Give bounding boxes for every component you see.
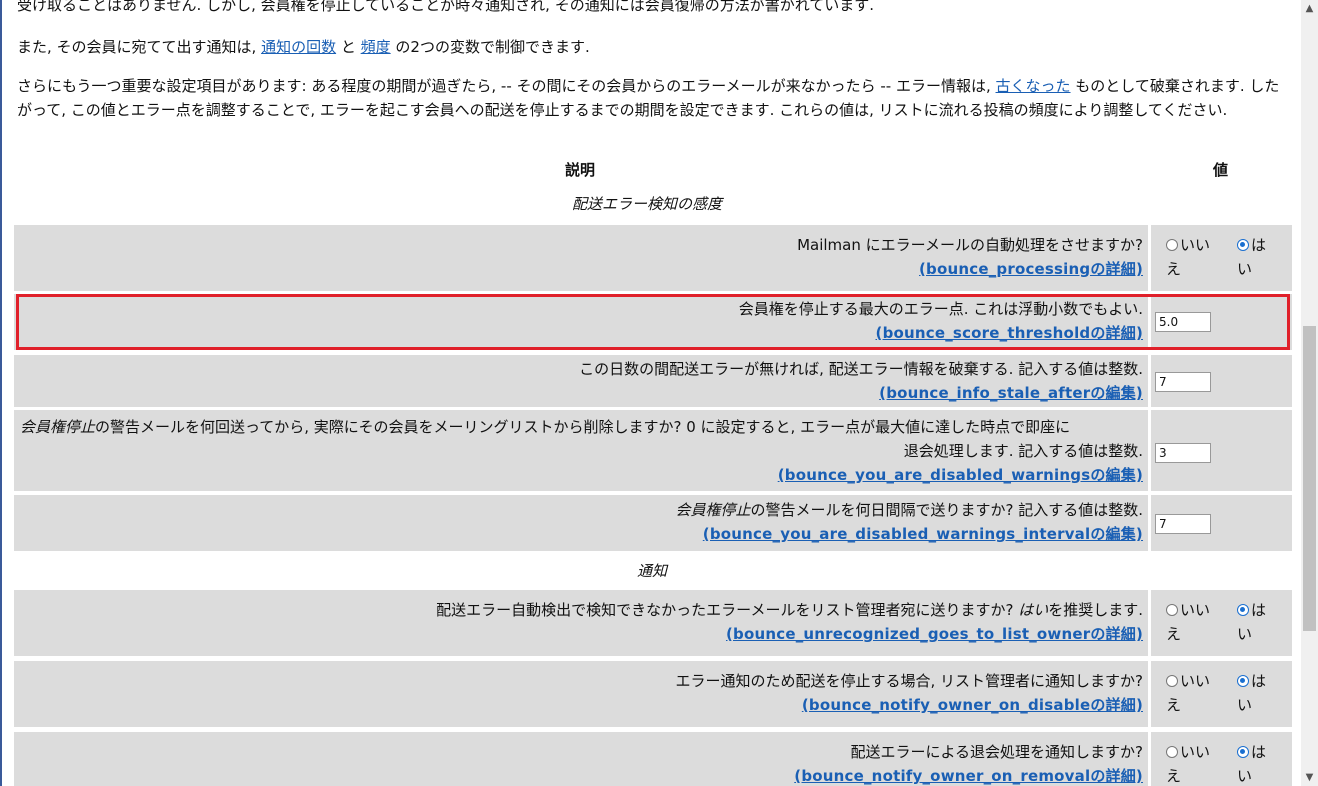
value-cell: いいえ はい <box>1151 661 1292 727</box>
radio-button-selected-icon[interactable] <box>1237 746 1249 758</box>
row-description: 配送エラーによる退会処理を通知しますか? <box>850 743 1143 761</box>
row-description: 会員権停止の警告メールを何日間隔で送りますか? 記入する値は整数. <box>14 498 1143 522</box>
radio-no[interactable]: いいえ <box>1166 598 1210 646</box>
radio-label: い <box>1237 260 1253 278</box>
row-description: 会員権停止の警告メールを何回送ってから, 実際にその会員をメーリングリストから削… <box>14 415 1143 439</box>
category-bounce-sensitivity: 配送エラー検知の感度 <box>572 195 723 213</box>
radio-label: い <box>1237 767 1253 785</box>
row-description-text: 配送エラー自動検出で検知できなかったエラーメールをリスト管理者宛に送りますか? <box>436 601 1019 619</box>
bounce-notify-owner-on-disable-link[interactable]: (bounce_notify_owner_on_disableの詳細) <box>802 696 1143 714</box>
radio-button-icon[interactable] <box>1166 239 1178 251</box>
row-description-cont: 退会処理します. 記入する値は整数. <box>903 442 1143 460</box>
radio-no[interactable]: いいえ <box>1166 669 1210 717</box>
bounce-info-stale-after-link[interactable]: (bounce_info_stale_afterの編集) <box>879 384 1143 402</box>
radio-no[interactable]: いいえ <box>1166 233 1210 281</box>
value-cell: 3 <box>1151 410 1292 491</box>
radio-label: は <box>1251 601 1267 619</box>
radio-button-selected-icon[interactable] <box>1237 239 1249 251</box>
emphasis-text: 会員権停止 <box>20 418 96 436</box>
radio-label: え <box>1166 696 1182 714</box>
radio-button-icon[interactable] <box>1166 604 1178 616</box>
intro-paragraph-1: また, その会員に宛てて出す通知は, 通知の回数 と 頻度 の2つの変数で制御で… <box>17 35 1292 59</box>
bounce-notify-owner-on-removal-link[interactable]: (bounce_notify_owner_on_removalの詳細) <box>794 767 1143 785</box>
bounce-you-are-disabled-warnings-input[interactable]: 3 <box>1155 443 1211 463</box>
column-header-value: 値 <box>1213 161 1229 179</box>
emphasis-text: 会員権停止 <box>675 501 751 519</box>
intro-text: の2つの変数で制御できます. <box>390 38 590 56</box>
bounce-unrecognized-goes-to-list-owner-link[interactable]: (bounce_unrecognized_goes_to_list_ownerの… <box>726 625 1143 643</box>
category-notifications: 通知 <box>637 562 668 580</box>
radio-button-selected-icon[interactable] <box>1237 604 1249 616</box>
emphasis-text: はい <box>1018 601 1049 619</box>
scroll-up-arrow-icon[interactable]: ▲ <box>1301 0 1318 17</box>
value-cell: 7 <box>1151 355 1292 407</box>
highlight-box <box>16 294 1290 350</box>
frequency-link[interactable]: 頻度 <box>361 38 391 56</box>
row-description: エラー通知のため配送を停止する場合, リスト管理者に通知しますか? <box>675 672 1143 690</box>
vertical-scrollbar[interactable]: ▲ ▼ <box>1301 0 1318 786</box>
intro-paragraph-2: さらにもう一つ重要な設定項目があります: ある程度の期間が過ぎたら, -- その… <box>17 74 1292 122</box>
radio-yes[interactable]: はい <box>1237 233 1266 281</box>
bounce-processing-link[interactable]: (bounce_processingの詳細) <box>919 260 1143 278</box>
table-row: 配送エラー自動検出で検知できなかったエラーメールをリスト管理者宛に送りますか? … <box>14 590 1148 656</box>
bounce-info-stale-after-input[interactable]: 7 <box>1155 372 1211 392</box>
radio-label: え <box>1166 767 1182 785</box>
radio-yes[interactable]: はい <box>1237 669 1266 717</box>
scroll-down-arrow-icon[interactable]: ▼ <box>1301 769 1318 786</box>
row-description-text: の警告メールを何回送ってから, 実際にその会員をメーリングリストから削除しますか… <box>95 418 1071 436</box>
value-cell: いいえ はい <box>1151 225 1292 291</box>
radio-label: い <box>1237 696 1253 714</box>
intro-text: さらにもう一つ重要な設定項目があります: ある程度の期間が過ぎたら, -- その… <box>17 77 996 95</box>
row-description: この日数の間配送エラーが無ければ, 配送エラー情報を破棄する. 記入する値は整数… <box>579 360 1143 378</box>
row-description: Mailman にエラーメールの自動処理をさせますか? <box>797 236 1143 254</box>
row-description: 配送エラー自動検出で検知できなかったエラーメールをリスト管理者宛に送りますか? … <box>14 598 1143 622</box>
table-row: この日数の間配送エラーが無ければ, 配送エラー情報を破棄する. 記入する値は整数… <box>14 355 1148 407</box>
radio-button-icon[interactable] <box>1166 675 1178 687</box>
radio-button-icon[interactable] <box>1166 746 1178 758</box>
radio-label: いい <box>1180 672 1211 690</box>
page-content: 受け取ることはありません. しかし, 会員権を停止していることが時々通知され, … <box>0 0 1301 786</box>
table-row: 配送エラーによる退会処理を通知しますか? (bounce_notify_owne… <box>14 732 1148 786</box>
table-row: 会員権停止の警告メールを何回送ってから, 実際にその会員をメーリングリストから削… <box>14 410 1148 491</box>
intro-text: また, その会員に宛てて出す通知は, <box>17 38 262 56</box>
bounce-you-are-disabled-warnings-link[interactable]: (bounce_you_are_disabled_warningsの編集) <box>778 466 1143 484</box>
row-description-text: の警告メールを何日間隔で送りますか? 記入する値は整数. <box>750 501 1143 519</box>
value-cell: いいえ はい <box>1151 590 1292 656</box>
intro-text: 受け取ることはありません. しかし, 会員権を停止していることが時々通知され, … <box>17 0 875 14</box>
radio-yes[interactable]: はい <box>1237 598 1266 646</box>
radio-label: え <box>1166 260 1182 278</box>
radio-label: い <box>1237 625 1253 643</box>
bounce-you-are-disabled-warnings-interval-input[interactable]: 7 <box>1155 514 1211 534</box>
radio-no[interactable]: いいえ <box>1166 740 1210 786</box>
value-cell: 7 <box>1151 495 1292 551</box>
table-row: エラー通知のため配送を停止する場合, リスト管理者に通知しますか? (bounc… <box>14 661 1148 727</box>
table-row: Mailman にエラーメールの自動処理をさせますか? (bounce_proc… <box>14 225 1148 291</box>
radio-label: え <box>1166 625 1182 643</box>
radio-label: いい <box>1180 743 1211 761</box>
value-cell: いいえ はい <box>1151 732 1292 786</box>
column-header-description: 説明 <box>565 161 596 179</box>
radio-label: いい <box>1180 236 1211 254</box>
stale-link[interactable]: 古くなった <box>996 77 1071 95</box>
intro-paragraph-0: 受け取ることはありません. しかし, 会員権を停止していることが時々通知され, … <box>17 0 1292 17</box>
radio-yes[interactable]: はい <box>1237 740 1266 786</box>
radio-label: は <box>1251 672 1267 690</box>
radio-button-selected-icon[interactable] <box>1237 675 1249 687</box>
row-description-text: を推奨します. <box>1048 601 1143 619</box>
scrollbar-thumb[interactable] <box>1303 326 1316 631</box>
radio-label: いい <box>1180 601 1211 619</box>
table-row: 会員権停止の警告メールを何日間隔で送りますか? 記入する値は整数. (bounc… <box>14 495 1148 551</box>
notification-count-link[interactable]: 通知の回数 <box>261 38 336 56</box>
bounce-you-are-disabled-warnings-interval-link[interactable]: (bounce_you_are_disabled_warnings_interv… <box>703 525 1143 543</box>
intro-text: と <box>336 38 361 56</box>
radio-label: は <box>1251 743 1267 761</box>
radio-label: は <box>1251 236 1267 254</box>
